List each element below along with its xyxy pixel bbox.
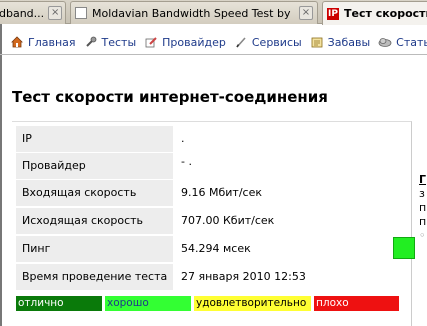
results-panel: IP . Провайдер - . Входящая скорость 9.1… [12, 121, 415, 326]
right-sidebar-fragment: Г з п п ◦ [419, 173, 427, 243]
close-tab-icon[interactable]: × [48, 6, 63, 20]
ping-status-indicator [393, 237, 415, 259]
main-menu: Главная Тесты Провайдер Сервисы Забавы С… [0, 32, 427, 52]
pen-icon [234, 35, 248, 49]
result-value: 54.294 мсек [181, 242, 251, 255]
page-title: Тест скорости интернет-соединения [12, 88, 328, 106]
legend-good: хорошо [105, 296, 191, 311]
cloud-icon [378, 35, 392, 49]
legend-excellent: отлично [16, 296, 102, 311]
result-label: IP [16, 126, 173, 152]
nav-home[interactable]: Главная [10, 35, 76, 49]
nav-articles[interactable]: Статьи [378, 35, 427, 49]
result-row-upload: Исходящая скорость 707.00 Кбит/сек [16, 208, 408, 234]
tab-title: Тест скорости [344, 7, 427, 20]
tab-moldavian-speed-test[interactable]: Moldavian Bandwidth Speed Test by I... × [70, 1, 318, 24]
close-tab-icon[interactable]: × [299, 6, 313, 20]
menu-divider [0, 54, 427, 55]
result-label: Входящая скорость [16, 180, 173, 206]
result-row-download: Входящая скорость 9.16 Мбит/сек [16, 180, 408, 206]
result-label: Провайдер [16, 153, 173, 179]
nav-fun[interactable]: Забавы [310, 35, 370, 49]
page-icon [75, 7, 87, 19]
tab-title: dband... [0, 6, 45, 20]
result-row-provider: Провайдер - . [16, 153, 408, 179]
notes-icon [310, 35, 324, 49]
result-row-ip: IP . [16, 126, 408, 152]
legend-satisfactory: удовлетворительно [194, 296, 311, 311]
browser-tab-strip: dband... × Moldavian Bandwidth Speed Tes… [0, 0, 427, 25]
tab-title: Moldavian Bandwidth Speed Test by I... [92, 6, 295, 20]
quality-legend: отлично хорошо удовлетворительно плохо [16, 296, 402, 311]
sidebar-heading: Г [419, 173, 427, 186]
result-label: Пинг [16, 236, 173, 262]
result-value: - . [181, 155, 192, 168]
sidebar-text: ◦ [419, 229, 426, 242]
sidebar-text: п [419, 201, 427, 214]
nav-services[interactable]: Сервисы [234, 35, 302, 49]
result-row-ping: Пинг 54.294 мсек [16, 236, 415, 262]
result-value: 707.00 Кбит/сек [181, 214, 275, 227]
result-value: 9.16 Мбит/сек [181, 186, 262, 199]
home-icon [10, 35, 24, 49]
page-left-border [0, 24, 2, 326]
nav-tests[interactable]: Тесты [84, 35, 136, 49]
legend-poor: плохо [314, 296, 399, 311]
nav-provider[interactable]: Провайдер [144, 35, 226, 49]
result-row-test-time: Время проведение теста 27 января 2010 12… [16, 264, 408, 290]
wrench-icon [84, 35, 98, 49]
ip-logo-icon: IP [327, 7, 339, 20]
sidebar-text: з [419, 187, 425, 200]
result-label: Время проведение теста [16, 264, 173, 290]
tab-bandwidth[interactable]: dband... × [0, 1, 66, 24]
result-value: 27 января 2010 12:53 [181, 270, 306, 283]
sidebar-text: п [419, 215, 427, 228]
tab-speed-test-active[interactable]: IP Тест скорости [322, 1, 427, 25]
pencil-icon [144, 35, 158, 49]
result-label: Исходящая скорость [16, 208, 173, 234]
